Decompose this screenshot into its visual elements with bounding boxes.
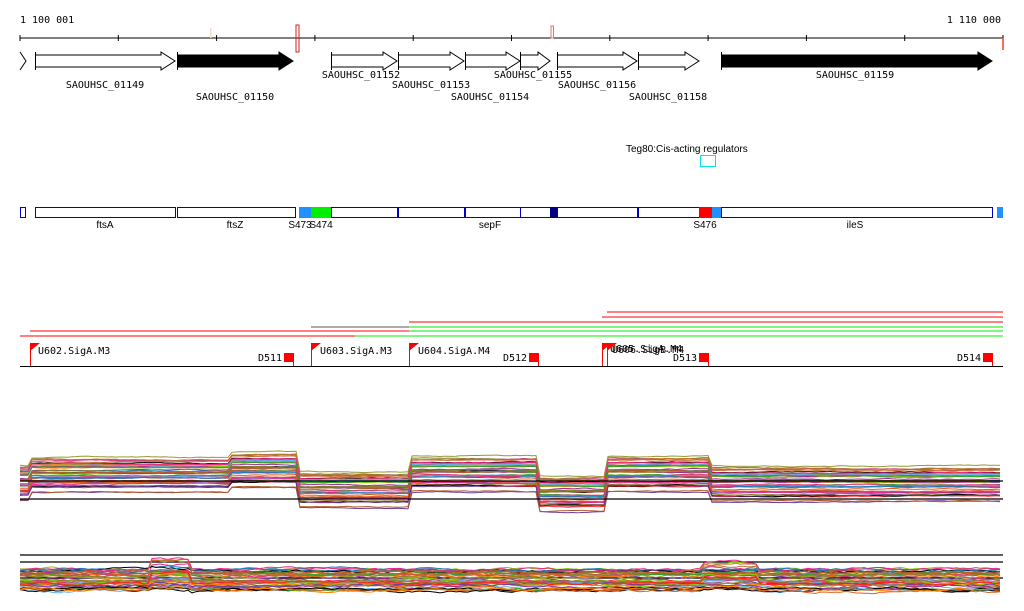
transcript-segment[interactable] [299, 207, 311, 218]
transcript-label: S476 [693, 220, 717, 231]
transcript-segment[interactable] [699, 207, 712, 218]
gene-arrow[interactable] [557, 51, 638, 71]
tss-track: U602.SigA.M3 U603.SigA.M3 U604.SigA.M4 U605… [20, 343, 1003, 367]
gene-arrow[interactable] [721, 51, 993, 71]
tss-flag-icon [284, 353, 294, 362]
gene-partial-arrow[interactable] [19, 51, 27, 71]
tss-label: U602.SigA.M3 [38, 346, 110, 357]
transcript-label: ileS [847, 220, 864, 231]
regulator-box[interactable] [700, 155, 716, 167]
ruler-end-label: 1 110 000 [947, 15, 1001, 26]
tss-label: U603.SigA.M3 [320, 346, 392, 357]
tss-flag-icon [983, 353, 993, 362]
tss-label: D511 [258, 353, 282, 364]
transcript-track: ftsA ftsZ S473S474 sepF S476 ileS [20, 207, 1003, 231]
gene-label: SAOUHSC_01159 [816, 70, 894, 81]
tss-label: D513 [673, 353, 697, 364]
transcript-box[interactable] [398, 207, 465, 218]
ruler-start-label: 1 100 001 [20, 15, 74, 26]
tss-up[interactable]: U602.SigA.M3 [30, 343, 110, 366]
tss-label: D512 [503, 353, 527, 364]
transcript-label: ftsZ [227, 220, 244, 231]
gene-label: SAOUHSC_01152 [322, 70, 400, 81]
gene-SAOUHSC_01150[interactable]: SAOUHSC_01150 [177, 51, 294, 103]
expression-tracks [19, 450, 1003, 595]
gene-SAOUHSC_01159[interactable]: SAOUHSC_01159 [721, 51, 993, 81]
gene-SAOUHSC_01153[interactable]: SAOUHSC_01153 [392, 51, 470, 91]
regulator-label: Teg80:Cis-acting regulators [626, 144, 748, 155]
transcript-label: S474 [309, 220, 333, 231]
gene-label: SAOUHSC_01149 [66, 80, 144, 91]
transcript-box[interactable] [331, 207, 398, 218]
tss-up[interactable]: U604.SigA.M4 [409, 343, 490, 366]
gene-SAOUHSC_01152[interactable]: SAOUHSC_01152 [322, 51, 400, 81]
marker-salmon[interactable] [550, 25, 554, 39]
transcript-lines [20, 311, 1003, 337]
gene-track: SAOUHSC_01149SAOUHSC_01150SAOUHSC_01152S… [19, 51, 993, 103]
tss-flag-icon [699, 353, 709, 362]
transcript-box[interactable] [557, 207, 638, 218]
gene-arrow[interactable] [520, 51, 551, 71]
gene-label: SAOUHSC_01158 [629, 92, 707, 103]
gene-arrow[interactable] [465, 51, 521, 71]
marker-end [1002, 38, 1004, 50]
transcript-box[interactable] [20, 207, 26, 218]
gene-arrow[interactable] [398, 51, 465, 71]
regulator-track: Teg80:Cis-acting regulators [626, 144, 748, 167]
marker-pale [210, 28, 212, 38]
transcript-segment[interactable] [550, 207, 557, 218]
tss-label: D514 [957, 353, 981, 364]
tss-label: U604.SigA.M4 [418, 346, 490, 357]
genome-browser-canvas: 1 100 001 1 110 000 SAOUHSC_01149 SAOUHSC… [19, 15, 1004, 595]
transcript-box[interactable] [35, 207, 176, 218]
gene-arrow[interactable] [331, 51, 398, 71]
tss-down[interactable]: D511 [258, 353, 294, 366]
tss-up[interactable]: U603.SigA.M3 [311, 343, 392, 366]
transcript-box[interactable] [177, 207, 296, 218]
gene-arrow[interactable] [177, 51, 294, 71]
gene-label: SAOUHSC_01153 [392, 80, 470, 91]
transcript-segment[interactable] [997, 207, 1003, 218]
transcript-box[interactable] [520, 207, 551, 218]
gene-label: SAOUHSC_01156 [558, 80, 636, 91]
transcript-box[interactable] [465, 207, 521, 218]
tss-down[interactable]: D514 [957, 353, 993, 366]
transcript-label: ftsA [96, 220, 114, 231]
tss-down[interactable]: D513 [673, 353, 709, 366]
ruler: 1 100 001 1 110 000 [19, 15, 1004, 53]
gene-arrow[interactable] [638, 51, 700, 71]
transcript-box[interactable] [638, 207, 700, 218]
transcript-segment[interactable] [311, 207, 331, 218]
transcript-label: sepF [479, 220, 501, 231]
gene-label: SAOUHSC_01154 [451, 92, 529, 103]
transcript-segment[interactable] [712, 207, 721, 218]
gene-label: SAOUHSC_01150 [196, 92, 274, 103]
tss-down[interactable]: D512 [503, 353, 539, 366]
gene-arrow[interactable] [35, 51, 176, 71]
tss-flag-icon [529, 353, 539, 362]
gene-SAOUHSC_01149[interactable]: SAOUHSC_01149 [35, 51, 176, 91]
gene-SAOUHSC_01158[interactable]: SAOUHSC_01158 [629, 51, 707, 103]
transcript-box[interactable] [721, 207, 993, 218]
